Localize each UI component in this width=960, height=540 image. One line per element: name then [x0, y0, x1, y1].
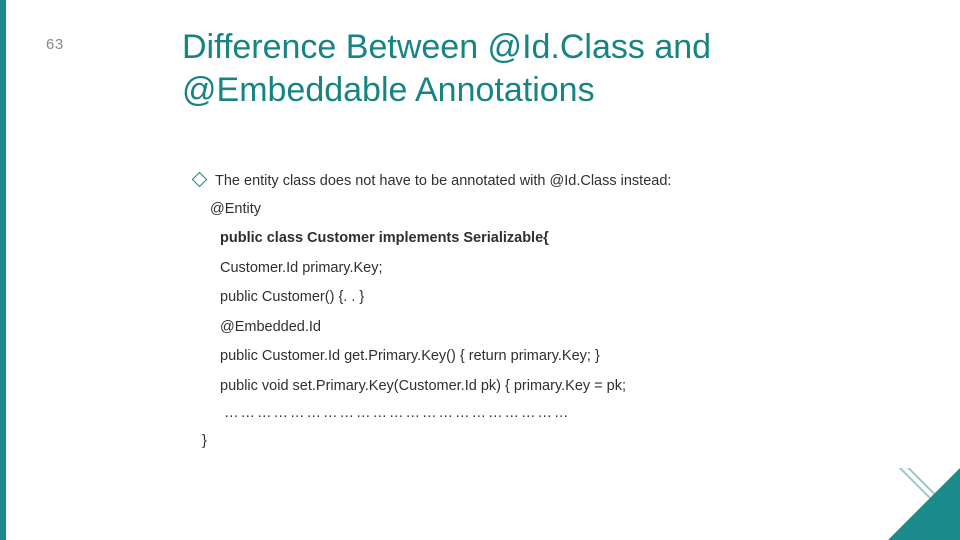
diamond-bullet-icon [192, 172, 208, 188]
code-close-brace: } [202, 428, 874, 456]
slide-body: The entity class does not have to be ann… [194, 168, 874, 455]
code-embedded-annotation: @Embedded.Id [220, 314, 874, 342]
corner-decoration-icon [888, 468, 960, 540]
slide-title: Difference Between @Id.Class and @Embedd… [182, 26, 902, 111]
bullet-row: The entity class does not have to be ann… [194, 168, 874, 196]
code-class-declaration: public class Customer implements Seriali… [220, 225, 874, 253]
bullet-text: The entity class does not have to be ann… [215, 168, 671, 196]
code-getter: public Customer.Id get.Primary.Key() { r… [220, 343, 874, 371]
code-constructor: public Customer() {. . } [220, 284, 874, 312]
code-entity-annotation: @Entity [210, 196, 874, 224]
slide: 63 Difference Between @Id.Class and @Emb… [0, 0, 960, 540]
code-dots: ……………………………………………………… [224, 400, 874, 428]
code-setter: public void set.Primary.Key(Customer.Id … [220, 373, 874, 401]
page-number: 63 [46, 36, 64, 53]
side-accent-bar [0, 0, 6, 540]
code-field: Customer.Id primary.Key; [220, 255, 874, 283]
